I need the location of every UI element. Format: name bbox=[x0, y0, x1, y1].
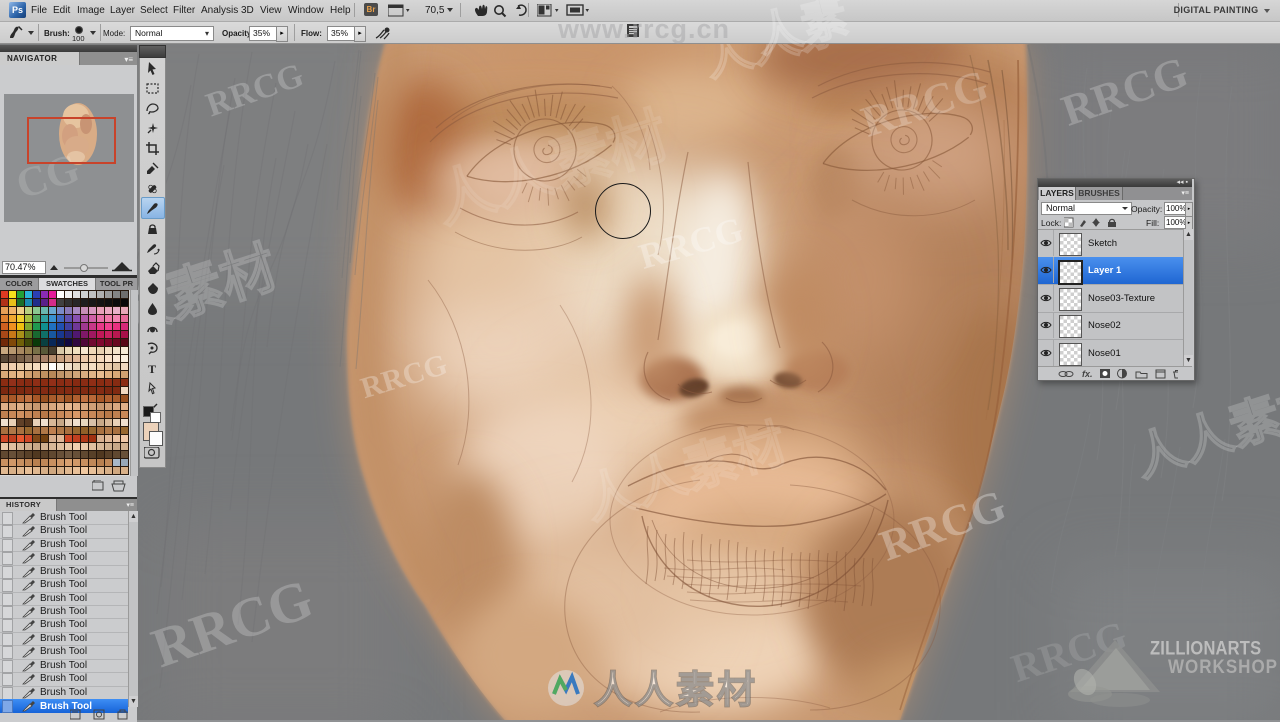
svg-text:fx.: fx. bbox=[1082, 369, 1093, 379]
svg-text:T: T bbox=[148, 362, 156, 376]
svg-text:人人素材: 人人素材 bbox=[594, 670, 758, 712]
